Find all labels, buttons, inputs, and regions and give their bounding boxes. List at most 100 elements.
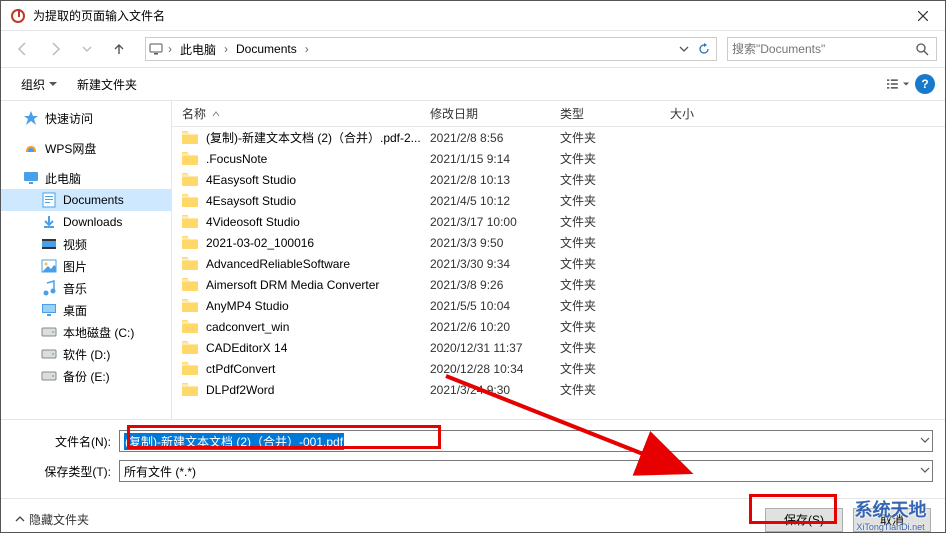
chevron-right-icon[interactable]: › — [166, 42, 174, 56]
file-row[interactable]: 4Easysoft Studio2021/2/8 10:13文件夹 — [172, 169, 945, 190]
file-row[interactable]: ctPdfConvert2020/12/28 10:34文件夹 — [172, 358, 945, 379]
file-date: 2020/12/28 10:34 — [430, 362, 560, 376]
forward-button[interactable] — [41, 35, 69, 63]
file-type: 文件夹 — [560, 381, 670, 398]
main-pane: 快速访问 WPS网盘此电脑DocumentsDownloads 视频图片音乐桌面本地… — [1, 101, 945, 419]
back-button[interactable] — [9, 35, 37, 63]
search-icon[interactable] — [912, 43, 932, 56]
folder-icon — [182, 131, 198, 145]
sidebar-item-label: 视频 — [63, 236, 87, 253]
sidebar-item[interactable]: Documents — [1, 189, 171, 211]
sidebar-item-label: 桌面 — [63, 302, 87, 319]
file-pane: 名称 修改日期 类型 大小 (复制)-新建文本文档 (2)（合并）.pdf-2.… — [171, 101, 945, 419]
sidebar-item[interactable]: 本地磁盘 (C:) — [1, 321, 171, 343]
view-options-button[interactable] — [887, 73, 909, 95]
desk-icon — [41, 302, 57, 318]
file-type: 文件夹 — [560, 192, 670, 209]
file-date: 2021/5/5 10:04 — [430, 299, 560, 313]
sidebar-item[interactable]: 音乐 — [1, 277, 171, 299]
file-name: cadconvert_win — [206, 320, 289, 334]
file-row[interactable]: cadconvert_win2021/2/6 10:20文件夹 — [172, 316, 945, 337]
help-button[interactable]: ? — [915, 74, 935, 94]
folder-icon — [182, 299, 198, 313]
up-button[interactable] — [105, 35, 133, 63]
sidebar-item-label: 图片 — [63, 258, 87, 275]
titlebar: 为提取的页面输入文件名 — [1, 1, 945, 31]
filetype-dropdown[interactable] — [920, 464, 930, 478]
file-type: 文件夹 — [560, 255, 670, 272]
file-row[interactable]: 2021-03-02_1000162021/3/3 9:50文件夹 — [172, 232, 945, 253]
folder-icon — [182, 215, 198, 229]
file-date: 2020/12/31 11:37 — [430, 341, 560, 355]
search-box[interactable] — [727, 37, 937, 61]
file-name: AdvancedReliableSoftware — [206, 257, 350, 271]
file-type: 文件夹 — [560, 234, 670, 251]
window-title: 为提取的页面输入文件名 — [33, 7, 900, 24]
column-type[interactable]: 类型 — [560, 105, 670, 122]
breadcrumb-pc[interactable]: 此电脑 — [176, 38, 220, 60]
wps-icon — [23, 140, 39, 156]
filename-label: 文件名(N): — [13, 433, 119, 450]
sidebar-item[interactable]: WPS网盘 — [1, 137, 171, 159]
filetype-value: 所有文件 (*.*) — [124, 463, 196, 480]
sidebar-item[interactable]: 软件 (D:) — [1, 343, 171, 365]
new-folder-button[interactable]: 新建文件夹 — [67, 72, 147, 97]
file-row[interactable]: 4Videosoft Studio2021/3/17 10:00文件夹 — [172, 211, 945, 232]
file-row[interactable]: DLPdf2Word2021/3/24 9:30文件夹 — [172, 379, 945, 400]
nav-bar: › 此电脑 › Documents › — [1, 31, 945, 67]
organize-button[interactable]: 组织 — [11, 72, 67, 97]
folder-icon — [182, 194, 198, 208]
chevron-right-icon[interactable]: › — [303, 42, 311, 56]
folder-icon — [182, 362, 198, 376]
sidebar-item-label: WPS网盘 — [45, 140, 96, 157]
recent-dropdown[interactable] — [73, 35, 101, 63]
filename-dropdown[interactable] — [920, 434, 930, 448]
sidebar-item[interactable]: 此电脑 — [1, 167, 171, 189]
breadcrumb-bar[interactable]: › 此电脑 › Documents › — [145, 37, 717, 61]
file-row[interactable]: AdvancedReliableSoftware 2021/3/30 9:34文件… — [172, 253, 945, 274]
file-row[interactable]: (复制)-新建文本文档 (2)（合并）.pdf-2...2021/2/8 8:5… — [172, 127, 945, 148]
column-name[interactable]: 名称 — [182, 105, 430, 122]
file-row[interactable]: CADEditorX 142020/12/31 11:37文件夹 — [172, 337, 945, 358]
file-row[interactable]: AnyMP4 Studio2021/5/5 10:04文件夹 — [172, 295, 945, 316]
file-name: 4Easysoft Studio — [206, 173, 296, 187]
sidebar-item-label: 本地磁盘 (C:) — [63, 324, 134, 341]
file-type: 文件夹 — [560, 171, 670, 188]
file-name: Aimersoft DRM Media Converter — [206, 278, 379, 292]
breadcrumb-documents[interactable]: Documents — [232, 38, 301, 60]
sidebar-item[interactable]: 图片 — [1, 255, 171, 277]
sidebar-item[interactable]: 视频 — [1, 233, 171, 255]
file-list: (复制)-新建文本文档 (2)（合并）.pdf-2...2021/2/8 8:5… — [172, 127, 945, 419]
sidebar-item[interactable]: Downloads — [1, 211, 171, 233]
folder-icon — [182, 320, 198, 334]
file-name: CADEditorX 14 — [206, 341, 287, 355]
column-date[interactable]: 修改日期 — [430, 105, 560, 122]
file-row[interactable]: 4Esaysoft Studio2021/4/5 10:12文件夹 — [172, 190, 945, 211]
close-button[interactable] — [900, 1, 945, 31]
cancel-button[interactable]: 取消 — [853, 508, 931, 532]
music-icon — [41, 280, 57, 296]
folder-icon — [182, 173, 198, 187]
save-button[interactable]: 保存(S) — [765, 508, 843, 532]
file-date: 2021/2/8 8:56 — [430, 131, 560, 145]
sidebar-item[interactable]: 桌面 — [1, 299, 171, 321]
chevron-right-icon[interactable]: › — [222, 42, 230, 56]
column-size[interactable]: 大小 — [670, 105, 945, 122]
path-dropdown[interactable] — [674, 38, 694, 60]
filename-field[interactable]: (复制)-新建文本文档 (2)（合并）-001.pdf — [119, 430, 933, 452]
refresh-button[interactable] — [694, 38, 714, 60]
file-type: 文件夹 — [560, 129, 670, 146]
filetype-field[interactable]: 所有文件 (*.*) — [119, 460, 933, 482]
sidebar-item[interactable]: 备份 (E:) — [1, 365, 171, 387]
pc-icon — [148, 41, 164, 57]
file-date: 2021/3/30 9:34 — [430, 257, 560, 271]
file-row[interactable]: .FocusNote2021/1/15 9:14文件夹 — [172, 148, 945, 169]
file-row[interactable]: Aimersoft DRM Media Converter2021/3/8 9:… — [172, 274, 945, 295]
hide-folders-button[interactable]: 隐藏文件夹 — [15, 511, 89, 528]
column-headers: 名称 修改日期 类型 大小 — [172, 101, 945, 127]
file-type: 文件夹 — [560, 276, 670, 293]
search-input[interactable] — [732, 42, 912, 56]
file-date: 2021/3/17 10:00 — [430, 215, 560, 229]
sidebar-item[interactable]: 快速访问 — [1, 107, 171, 129]
folder-icon — [182, 152, 198, 166]
